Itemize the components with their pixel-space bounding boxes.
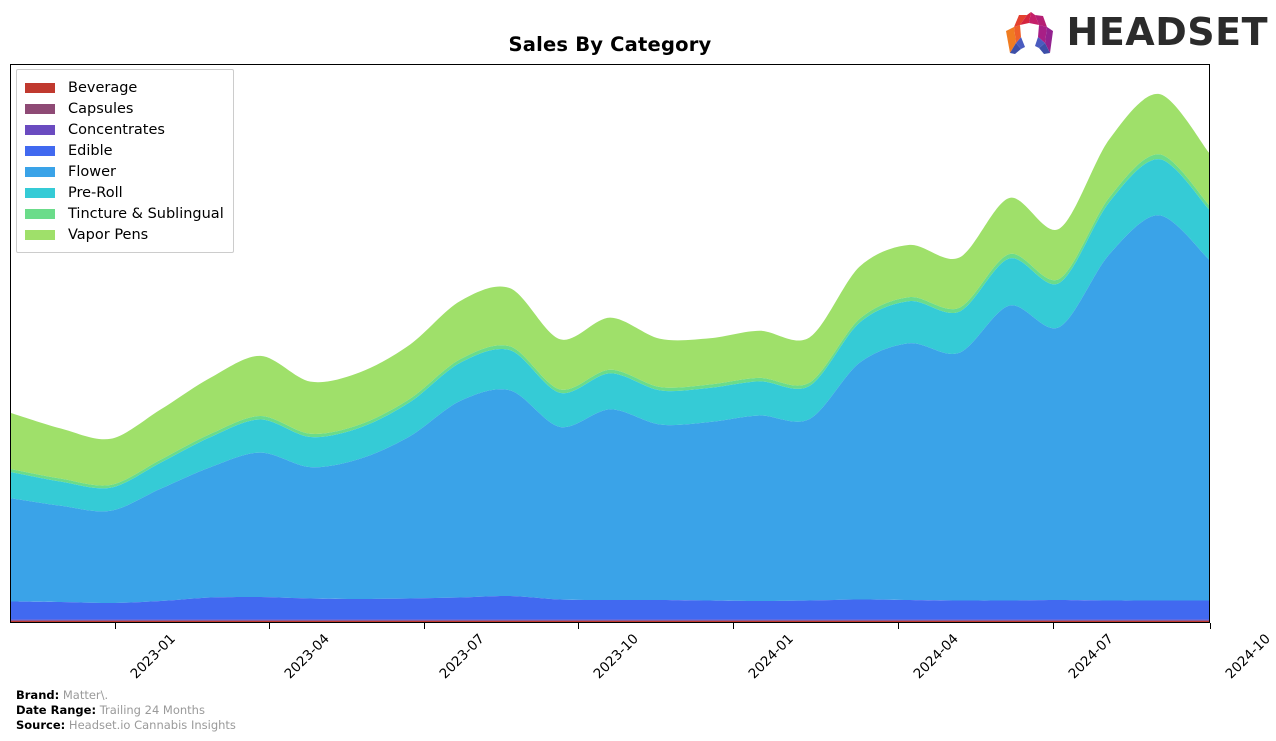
footer-line: Date Range: Trailing 24 Months	[16, 703, 236, 718]
headset-logo: HEADSET	[1003, 9, 1268, 55]
footer-key: Source:	[16, 718, 66, 732]
legend-label: Capsules	[68, 100, 134, 117]
x-axis-tick-mark	[733, 623, 734, 629]
area-band-beverage	[11, 621, 1209, 622]
x-axis-tick-label: 2023-10	[590, 631, 642, 683]
footer-value: Headset.io Cannabis Insights	[65, 718, 236, 732]
legend-swatch-edible	[25, 145, 55, 156]
footer-key: Brand:	[16, 688, 60, 702]
footer-line: Brand: Matter\.	[16, 688, 236, 703]
x-axis-tick-label: 2024-07	[1065, 631, 1117, 683]
x-axis-tick-label: 2023-04	[281, 631, 333, 683]
legend-label: Edible	[68, 142, 113, 159]
legend-item[interactable]: Capsules	[25, 98, 224, 119]
area-band-capsules	[11, 620, 1209, 621]
legend-swatch-pre-roll	[25, 187, 55, 198]
legend-item[interactable]: Tincture & Sublingual	[25, 203, 224, 224]
legend-item[interactable]: Vapor Pens	[25, 224, 224, 245]
legend-swatch-capsules	[25, 103, 55, 114]
legend-swatch-vapor-pens	[25, 229, 55, 240]
footer-key: Date Range:	[16, 703, 97, 717]
x-axis-tick-label: 2024-10	[1222, 631, 1274, 683]
x-axis-tick-mark	[898, 623, 899, 629]
legend-swatch-tincture-sublingual	[25, 208, 55, 219]
x-axis-tick-label: 2024-01	[745, 631, 797, 683]
chart-legend: Beverage Capsules Concentrates Edible Flower…	[16, 69, 234, 253]
area-band-concentrates	[11, 619, 1209, 621]
headset-logo-text: HEADSET	[1066, 10, 1268, 54]
x-axis-tick-label: 2023-07	[436, 631, 488, 683]
x-axis-tick-label: 2024-04	[910, 631, 962, 683]
legend-label: Flower	[68, 163, 116, 180]
x-axis-tick-mark	[115, 623, 116, 629]
legend-item[interactable]: Pre-Roll	[25, 182, 224, 203]
x-axis-tick-mark	[424, 623, 425, 629]
legend-label: Beverage	[68, 79, 138, 96]
legend-swatch-concentrates	[25, 124, 55, 135]
x-axis: 2023-01 2023-04 2023-07 2023-10 2024-01 2024-…	[10, 623, 1274, 683]
x-axis-tick-mark	[1053, 623, 1054, 629]
headset-arch-logo-icon	[1005, 12, 1053, 54]
legend-item[interactable]: Edible	[25, 140, 224, 161]
legend-label: Tincture & Sublingual	[68, 205, 224, 222]
legend-label: Vapor Pens	[68, 226, 149, 243]
legend-label: Pre-Roll	[68, 184, 123, 201]
footer-value: Trailing 24 Months	[96, 703, 205, 717]
legend-swatch-beverage	[25, 82, 55, 93]
legend-label: Concentrates	[68, 121, 165, 138]
legend-item[interactable]: Concentrates	[25, 119, 224, 140]
legend-item[interactable]: Flower	[25, 161, 224, 182]
x-axis-tick-mark	[1210, 623, 1211, 629]
chart-footer: Brand: Matter\. Date Range: Trailing 24 M…	[16, 688, 236, 733]
x-axis-tick-mark	[269, 623, 270, 629]
x-axis-tick-label: 2023-01	[127, 631, 179, 683]
footer-line: Source: Headset.io Cannabis Insights	[16, 718, 236, 733]
footer-value: Matter\.	[59, 688, 109, 702]
legend-swatch-flower	[25, 166, 55, 177]
x-axis-tick-mark	[578, 623, 579, 629]
chart-page: Sales By Category HEADSET Beverage Capsu…	[0, 0, 1276, 741]
legend-item[interactable]: Beverage	[25, 77, 224, 98]
